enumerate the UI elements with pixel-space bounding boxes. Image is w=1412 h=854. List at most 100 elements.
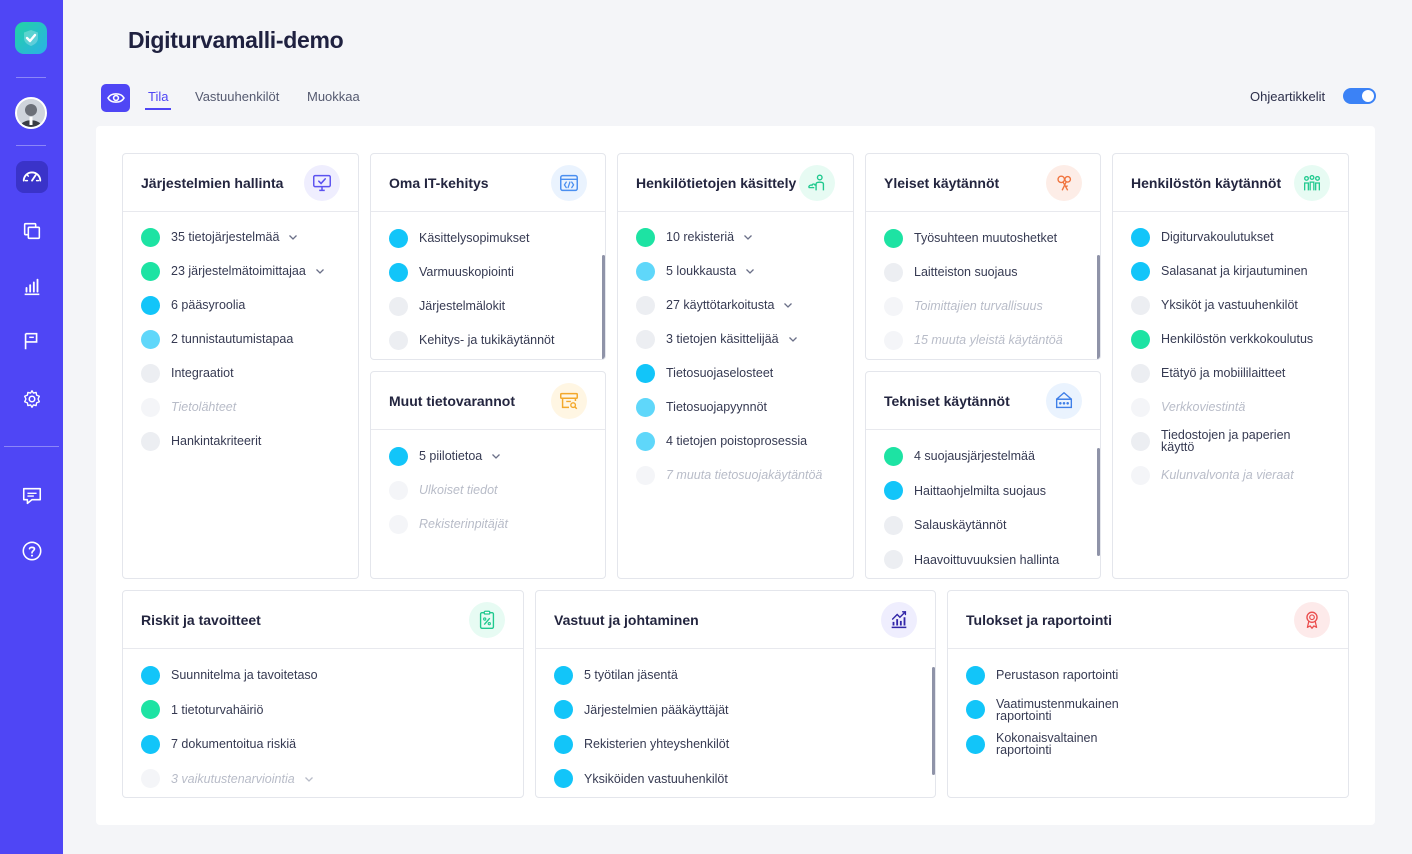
list-item-4-suojausjarjestelmaa[interactable]: 4 suojausjärjestelmää	[884, 446, 1092, 466]
list-item-yksikoiden-vastuuhenkilot[interactable]: Yksiköiden vastuuhenkilöt	[554, 769, 927, 789]
scrollbar[interactable]	[932, 667, 935, 775]
list-item-digiturvakoulutukset[interactable]: Digiturvakoulutukset	[1131, 227, 1340, 247]
list-item-varmuuskopiointi[interactable]: Varmuuskopiointi	[389, 262, 597, 282]
list-item-23-jarjestelmatoimittajaa[interactable]: 23 järjestelmätoimittajaa	[141, 261, 350, 281]
list-item-jarjestelmien-paakayttajat[interactable]: Järjestelmien pääkäyttäjät	[554, 700, 927, 720]
list-item-kokonaisvaltainen-raportointi[interactable]: Kokonaisvaltainen raportointi	[966, 732, 1340, 756]
card-title: Yleiset käytännöt	[884, 175, 1000, 191]
list-item-10-rekisteria[interactable]: 10 rekisteriä	[636, 227, 845, 247]
chevron-down-icon[interactable]	[491, 451, 501, 461]
help-articles-toggle[interactable]	[1343, 88, 1376, 104]
list-item-hankintakriteerit[interactable]: Hankintakriteerit	[141, 431, 350, 451]
item-label: 7 dokumentoitua riskiä	[171, 737, 297, 751]
chevron-down-icon[interactable]	[288, 232, 298, 242]
shield-check-logo-icon[interactable]	[15, 22, 47, 54]
list-item-3-tietojen-kasittelijaa[interactable]: 3 tietojen käsittelijää	[636, 329, 845, 349]
chevron-down-icon[interactable]	[783, 300, 793, 310]
chevron-down-icon[interactable]	[745, 266, 755, 276]
copy-icon	[23, 222, 41, 240]
item-label: 10 rekisteriä	[666, 230, 735, 244]
sidebar-item-goals[interactable]	[16, 325, 48, 357]
chevron-down-icon[interactable]	[788, 334, 798, 344]
list-item-35-tietojarjestelmaa[interactable]: 35 tietojärjestelmää	[141, 227, 350, 247]
item-label: Verkkoviestintä	[1161, 400, 1246, 414]
list-item-jarjestelmalokit[interactable]: Järjestelmälokit	[389, 296, 597, 316]
list-item-kehitys-ja-tukikaytannot[interactable]: Kehitys- ja tukikäytännöt	[389, 330, 597, 350]
list-item-tietolahteet[interactable]: Tietolähteet	[141, 397, 350, 417]
status-dot	[966, 734, 985, 754]
item-label: Yksiköt ja vastuuhenkilöt	[1161, 298, 1298, 312]
scrollbar[interactable]	[1097, 255, 1100, 359]
status-dot	[141, 665, 160, 685]
item-label: 5 piilotietoa	[419, 449, 483, 463]
list-item-tietosuojaselosteet[interactable]: Tietosuojaselosteet	[636, 363, 845, 383]
status-dot	[636, 465, 655, 485]
list-item-laitteiston-suojaus[interactable]: Laitteiston suojaus	[884, 262, 1092, 282]
item-label: 7 muuta tietosuojakäytäntöä	[666, 468, 823, 482]
item-label: 27 käyttötarkoitusta	[666, 298, 775, 312]
list-item-2-tunnistautumistapaa[interactable]: 2 tunnistautumistapaa	[141, 329, 350, 349]
status-dot	[636, 329, 655, 349]
award-icon	[1294, 602, 1330, 638]
list-item-suunnitelma-ja-tavoitetaso[interactable]: Suunnitelma ja tavoitetaso	[141, 665, 515, 685]
list-item-vaatimustenmukainen-raportointi[interactable]: Vaatimustenmukainen raportointi	[966, 697, 1340, 722]
list-item-1-tietoturvahairio[interactable]: 1 tietoturvahäiriö	[141, 700, 515, 720]
avatar[interactable]	[15, 97, 47, 129]
list-item-tiedostojen-ja-paperien-kaytto[interactable]: Tiedostojen ja paperien käyttö	[1131, 429, 1340, 453]
tab-tila[interactable]: Tila	[148, 89, 168, 104]
list-item-tietosuojapyynnot[interactable]: Tietosuojapyynnöt	[636, 397, 845, 417]
list-item-5-piilotietoa[interactable]: 5 piilotietoa	[389, 446, 597, 466]
status-dot	[1131, 295, 1150, 315]
list-item-rekisterien-yhteyshenkilot[interactable]: Rekisterien yhteyshenkilöt	[554, 734, 927, 754]
list-item-5-tyotilan-jasenta[interactable]: 5 työtilan jäsentä	[554, 665, 927, 685]
list-item-rekisterinpitajat[interactable]: Rekisterinpitäjät	[389, 514, 597, 534]
list-item-5-loukkausta[interactable]: 5 loukkausta	[636, 261, 845, 281]
sidebar-item-reports[interactable]	[16, 271, 48, 303]
status-dot	[554, 665, 573, 685]
tab-vastuuhenkilot[interactable]: Vastuuhenkilöt	[195, 89, 279, 104]
card-header: Muut tietovarannot	[371, 372, 605, 430]
list-item-etatyo-ja-mobiililaitteet[interactable]: Etätyö ja mobiililaitteet	[1131, 363, 1340, 383]
list-item-15-muuta-yleista-kaytantoa[interactable]: 15 muuta yleistä käytäntöä	[884, 330, 1092, 350]
list-item-haittaohjelmilta-suojaus[interactable]: Haittaohjelmilta suojaus	[884, 481, 1092, 501]
item-label: Perustason raportointi	[996, 668, 1119, 682]
scrollbar[interactable]	[1097, 448, 1100, 556]
list-item-3-vaikutustenarviointia[interactable]: 3 vaikutustenarviointia	[141, 769, 515, 789]
list-item-6-paasyroolia[interactable]: 6 pääsyroolia	[141, 295, 350, 315]
list-item-7-dokumentoitua-riskia[interactable]: 7 dokumentoitua riskiä	[141, 734, 515, 754]
list-item-verkkoviestinta[interactable]: Verkkoviestintä	[1131, 397, 1340, 417]
item-label: 6 pääsyroolia	[171, 298, 246, 312]
tab-muokkaa[interactable]: Muokkaa	[307, 89, 360, 104]
status-dot	[389, 446, 408, 466]
sidebar-item-help[interactable]	[16, 535, 48, 567]
list-item-kasittelysopimukset[interactable]: Käsittelysopimukset	[389, 228, 597, 248]
list-item-4-tietojen-poistoprosessia[interactable]: 4 tietojen poistoprosessia	[636, 431, 845, 451]
list-item-yksikot-ja-vastuuhenkilot[interactable]: Yksiköt ja vastuuhenkilöt	[1131, 295, 1340, 315]
list-item-kulunvalvonta-ja-vieraat[interactable]: Kulunvalvonta ja vieraat	[1131, 465, 1340, 485]
sidebar-item-dashboard[interactable]	[16, 161, 48, 193]
list-item-henkiloston-verkkokoulutus[interactable]: Henkilöstön verkkokoulutus	[1131, 329, 1340, 349]
status-dot	[141, 227, 160, 247]
list-item-27-kayttotarkoitusta[interactable]: 27 käyttötarkoitusta	[636, 295, 845, 315]
code-window-icon	[551, 165, 587, 201]
item-label: Järjestelmien pääkäyttäjät	[584, 702, 729, 717]
chevron-down-icon[interactable]	[315, 266, 325, 276]
chevron-down-icon[interactable]	[304, 774, 314, 784]
chevron-down-icon[interactable]	[743, 232, 753, 242]
eye-icon	[106, 93, 125, 103]
list-item-7-muuta-tietosuojakaytantoa[interactable]: 7 muuta tietosuojakäytäntöä	[636, 465, 845, 485]
list-item-perustason-raportointi[interactable]: Perustason raportointi	[966, 665, 1340, 685]
view-mode-button[interactable]	[101, 84, 130, 112]
list-item-ulkoiset-tiedot[interactable]: Ulkoiset tiedot	[389, 480, 597, 500]
scrollbar[interactable]	[602, 255, 605, 359]
list-item-integraatiot[interactable]: Integraatiot	[141, 363, 350, 383]
sidebar-item-feedback[interactable]	[16, 480, 48, 512]
sidebar-item-settings[interactable]	[16, 383, 48, 415]
sidebar-item-documents[interactable]	[16, 215, 48, 247]
list-item-toimittajien-turvallisuus[interactable]: Toimittajien turvallisuus	[884, 296, 1092, 316]
list-item-salasanat-ja-kirjautuminen[interactable]: Salasanat ja kirjautuminen	[1131, 261, 1340, 281]
list-item-tyosuhteen-muutoshetket[interactable]: Työsuhteen muutoshetket	[884, 228, 1092, 248]
card-muut-tietovarannot: Muut tietovarannot 5 piilotietoa Ulkoiset…	[370, 371, 606, 579]
list-item-haavoittuvuuksien-hallinta[interactable]: Haavoittuvuuksien hallinta	[884, 550, 1092, 570]
list-item-salauskaytannot[interactable]: Salauskäytännöt	[884, 515, 1092, 535]
